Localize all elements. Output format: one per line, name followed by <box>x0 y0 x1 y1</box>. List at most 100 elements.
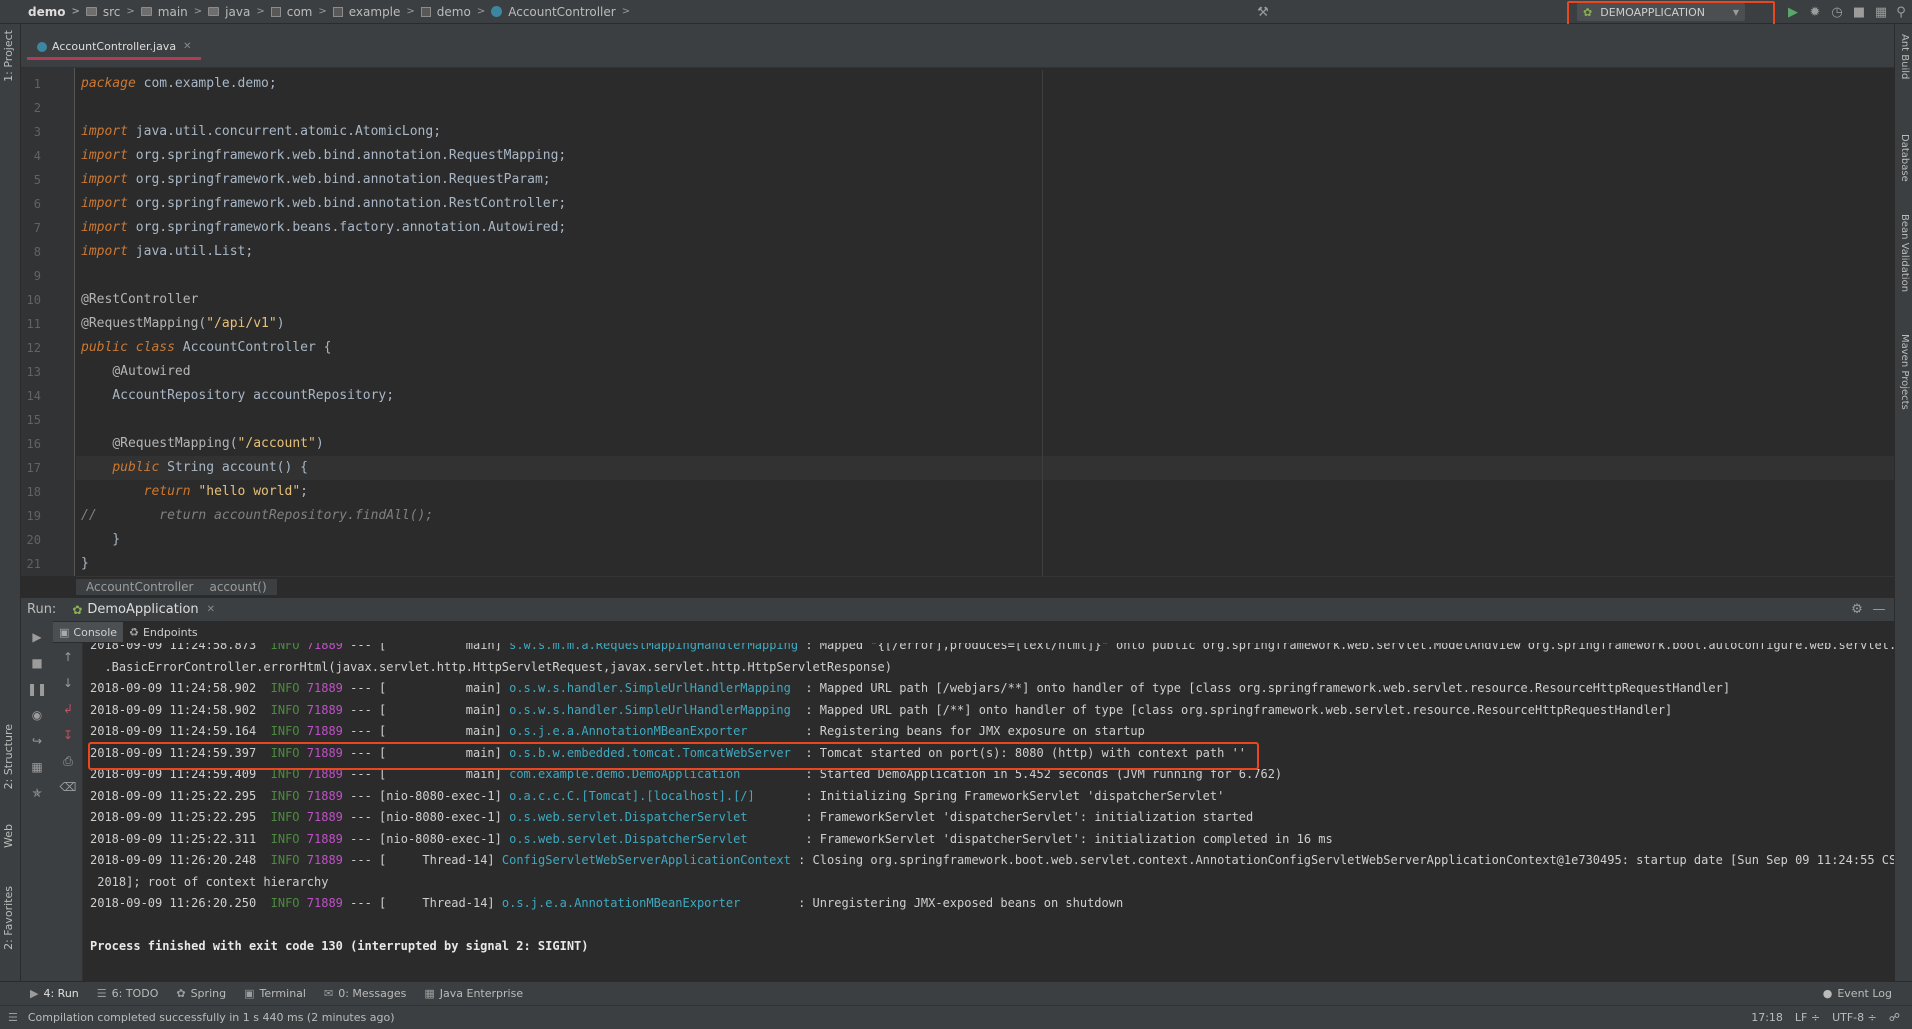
scroll-to-end-icon[interactable]: ↧ <box>58 725 78 745</box>
code-line[interactable]: import org.springframework.web.bind.anno… <box>76 144 566 168</box>
code-line[interactable]: public class AccountController { <box>76 336 331 360</box>
log-thread: [ main] <box>379 724 502 738</box>
tool-tab-project[interactable]: 1: Project <box>2 30 15 82</box>
log-logger[interactable]: o.s.w.s.handler.SimpleUrlHandlerMapping <box>509 681 791 695</box>
code-line[interactable]: @RestController <box>76 288 198 312</box>
log-logger[interactable]: ConfigServletWebServerApplicationContext <box>502 853 791 867</box>
tab-console[interactable]: ▣ Console <box>53 622 124 642</box>
log-logger[interactable]: o.s.web.servlet.DispatcherServlet <box>509 810 747 824</box>
code-line[interactable]: @RequestMapping("/api/v1") <box>76 312 285 336</box>
tool-tab-java-enterprise[interactable]: ▦ Java Enterprise <box>424 987 523 1000</box>
camera-icon[interactable]: ◉ <box>27 705 47 725</box>
trash-icon[interactable]: ⌫ <box>58 777 78 797</box>
run-icon[interactable]: ▶ <box>1782 1 1804 23</box>
soft-wrap-icon[interactable]: ↲ <box>58 699 78 719</box>
breadcrumb-item[interactable]: AccountController > <box>491 5 630 19</box>
run-config-selector[interactable]: ✿ DEMOAPPLICATION ▼ <box>1577 3 1745 21</box>
tool-tab-favorites[interactable]: 2: Favorites <box>2 886 15 950</box>
stop-icon[interactable]: ■ <box>1848 1 1870 23</box>
line-separator[interactable]: LF ÷ <box>1795 1011 1820 1024</box>
tool-tab-structure[interactable]: 2: Structure <box>2 724 15 789</box>
breadcrumb-item[interactable]: example > <box>332 5 415 19</box>
tab-endpoints[interactable]: ♻ Endpoints <box>123 622 204 642</box>
code-line[interactable] <box>76 264 81 288</box>
tool-tab-web[interactable]: Web <box>2 824 15 848</box>
tool-tab-spring[interactable]: ✿ Spring <box>176 987 226 1000</box>
log-separator: --- <box>350 896 372 910</box>
code-line[interactable]: // return accountRepository.findAll(); <box>76 504 433 528</box>
breadcrumb-item[interactable]: demo > <box>420 5 485 19</box>
event-log-button[interactable]: ● Event Log <box>1823 987 1892 1000</box>
tool-tab-terminal[interactable]: ▣ Terminal <box>244 987 306 1000</box>
status-layers-icon[interactable]: ☰ <box>8 1011 18 1024</box>
line-number: 20 <box>26 533 41 547</box>
build-hammer-icon[interactable]: ⚒ <box>1252 1 1274 23</box>
code-line[interactable]: import org.springframework.beans.factory… <box>76 216 566 240</box>
file-encoding[interactable]: UTF-8 ÷ <box>1832 1011 1877 1024</box>
code-line[interactable]: @Autowired <box>76 360 190 384</box>
code-line[interactable]: import org.springframework.web.bind.anno… <box>76 168 551 192</box>
layout-icon[interactable]: ▦ <box>27 757 47 777</box>
status-message[interactable]: Compilation completed successfully in 1 … <box>28 1011 395 1024</box>
code-line[interactable] <box>76 408 81 432</box>
tool-tab-6-todo[interactable]: ☰ 6: TODO <box>97 987 159 1000</box>
print-icon[interactable]: ⎙ <box>58 751 78 771</box>
close-icon[interactable]: ✕ <box>183 41 191 52</box>
project-structure-icon[interactable]: ▦ <box>1870 1 1892 23</box>
rerun-icon[interactable]: ▶ <box>27 627 47 647</box>
up-arrow-icon[interactable]: ↑ <box>58 647 78 667</box>
code-line[interactable]: import java.util.concurrent.atomic.Atomi… <box>76 120 441 144</box>
lock-icon[interactable]: ☍ <box>1889 1011 1900 1024</box>
debug-icon[interactable]: ✹ <box>1804 1 1826 23</box>
pin-icon[interactable]: ✯ <box>27 783 47 803</box>
editor-breadcrumb: AccountController account() <box>76 576 1894 596</box>
code-line[interactable]: } <box>76 552 89 576</box>
editor-crumb-class[interactable]: AccountController <box>76 578 204 595</box>
breadcrumb-item[interactable]: src > <box>85 5 135 19</box>
code-line[interactable]: import java.util.List; <box>76 240 253 264</box>
coverage-icon[interactable]: ◷ <box>1826 1 1848 23</box>
log-logger[interactable]: o.s.web.servlet.DispatcherServlet <box>509 832 747 846</box>
breadcrumb-item[interactable]: java > <box>208 5 265 19</box>
package-icon <box>270 6 281 17</box>
code-line[interactable]: } <box>76 528 120 552</box>
log-logger[interactable]: o.s.w.s.handler.SimpleUrlHandlerMapping <box>509 703 791 717</box>
code-line[interactable]: AccountRepository accountRepository; <box>76 384 394 408</box>
search-icon[interactable]: ⚲ <box>1890 1 1912 23</box>
pause-icon[interactable]: ❚❚ <box>27 679 47 699</box>
log-logger[interactable]: s.w.s.m.m.a.RequestMappingHandlerMapping <box>509 643 798 652</box>
log-logger[interactable]: o.a.c.c.C.[Tomcat].[localhost].[/] <box>509 789 755 803</box>
log-message: : Initializing Spring FrameworkServlet '… <box>754 788 1225 803</box>
tab-account-controller[interactable]: AccountController.java ✕ <box>27 36 202 60</box>
code-editor[interactable]: package com.example.demo; import java.uti… <box>76 68 1894 576</box>
run-config-label: DEMOAPPLICATION <box>1600 5 1705 19</box>
code-line[interactable]: package com.example.demo; <box>76 72 277 96</box>
tool-tab-bean-validation[interactable]: Bean Validation <box>1899 214 1910 292</box>
close-icon[interactable]: ✕ <box>207 604 215 615</box>
editor-crumb-method[interactable]: account() <box>203 578 277 595</box>
minimize-icon[interactable]: — <box>1868 599 1890 621</box>
log-logger[interactable]: o.s.j.e.a.AnnotationMBeanExporter <box>502 896 740 910</box>
code-line[interactable]: return "hello world"; <box>76 480 308 504</box>
run-process-tab[interactable]: ✿ DemoApplication ✕ <box>72 602 215 617</box>
down-arrow-icon[interactable]: ↓ <box>58 673 78 693</box>
code-line[interactable]: import org.springframework.web.bind.anno… <box>76 192 566 216</box>
tool-tab-ant-build[interactable]: Ant Build <box>1899 34 1910 79</box>
code-line[interactable]: @RequestMapping("/account") <box>76 432 323 456</box>
exit-icon[interactable]: ↪ <box>27 731 47 751</box>
code-keyword: package <box>81 76 136 91</box>
tool-tab-maven-projects[interactable]: Maven Projects <box>1899 334 1910 410</box>
code-line[interactable]: public String account() { <box>76 456 1894 480</box>
caret-position[interactable]: 17:18 <box>1751 1011 1783 1024</box>
tool-tab-4-run[interactable]: ▶ 4: Run <box>30 987 79 1000</box>
tool-tab-database[interactable]: Database <box>1899 134 1910 182</box>
code-line[interactable] <box>76 96 81 120</box>
breadcrumb-item[interactable]: com > <box>270 5 327 19</box>
log-logger[interactable]: o.s.j.e.a.AnnotationMBeanExporter <box>509 724 747 738</box>
stop-icon[interactable]: ■ <box>27 653 47 673</box>
console-output[interactable]: 2018-09-09 11:24:58.873 INFO 71889 --- [… <box>84 643 1894 981</box>
breadcrumb-item[interactable]: demo > <box>28 5 80 19</box>
tool-tab-0-messages[interactable]: ✉ 0: Messages <box>324 987 406 1000</box>
breadcrumb-item[interactable]: main > <box>140 5 202 19</box>
gear-icon[interactable]: ⚙ <box>1846 599 1868 621</box>
